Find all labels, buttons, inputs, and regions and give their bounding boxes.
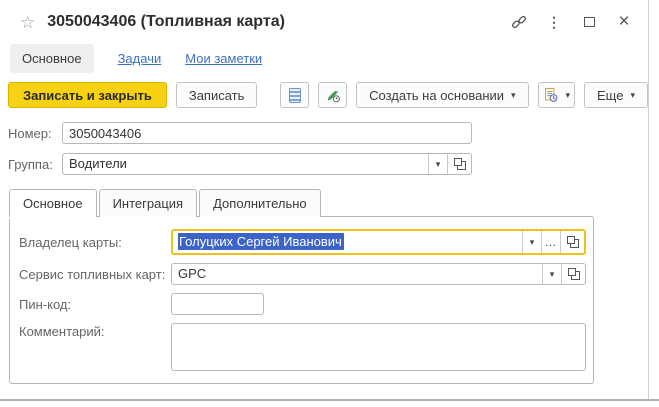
- header-fields: Номер: Группа: Водители ▾: [0, 122, 648, 175]
- group-label: Группа:: [8, 156, 53, 172]
- pin-label: Пин-код:: [19, 297, 72, 312]
- open-icon: [453, 158, 466, 170]
- favorite-star-icon[interactable]: ☆: [20, 14, 35, 31]
- number-row: Номер:: [8, 122, 648, 144]
- chevron-down-icon: ▾: [529, 236, 535, 247]
- open-icon: [567, 268, 580, 280]
- titlebar: ☆ 3050043406 (Топливная карта) ⋮ ×: [0, 0, 648, 36]
- reminder-button[interactable]: ▾: [537, 82, 575, 108]
- save-and-close-button[interactable]: Записать и закрыть: [8, 82, 167, 108]
- card-owner-row: Владелец карты: Голуцких Сергей Иванович…: [19, 229, 593, 255]
- card-owner-choose-button[interactable]: …: [541, 231, 560, 253]
- chevron-down-icon: ▾: [435, 158, 441, 169]
- tab-panel-main: Владелец карты: Голуцких Сергей Иванович…: [9, 216, 594, 384]
- fuel-card-window: ☆ 3050043406 (Топливная карта) ⋮ × Основ…: [0, 0, 649, 399]
- tab-additional[interactable]: Дополнительно: [199, 189, 321, 217]
- group-open-button[interactable]: [447, 154, 471, 174]
- tab-integration[interactable]: Интеграция: [98, 189, 198, 217]
- group-combo[interactable]: Водители ▾: [62, 153, 472, 175]
- fuel-service-row: Сервис топливных карт: GPC ▾: [19, 263, 593, 285]
- nav-item-my-notes[interactable]: Мои заметки: [185, 51, 262, 66]
- chevron-down-icon: ▾: [630, 89, 635, 100]
- comment-label: Комментарий:: [19, 324, 105, 339]
- more-button[interactable]: Еще ▾: [584, 82, 648, 108]
- close-icon[interactable]: ×: [616, 12, 632, 31]
- link-icon[interactable]: [511, 14, 527, 30]
- group-dropdown-button[interactable]: ▾: [428, 154, 447, 174]
- card-owner-label: Владелец карты:: [19, 235, 122, 250]
- create-based-on-label: Создать на основании: [369, 87, 505, 103]
- comment-row: Комментарий:: [19, 323, 593, 371]
- fuel-service-label: Сервис топливных карт:: [19, 267, 166, 282]
- card-owner-combo[interactable]: Голуцких Сергей Иванович ▾ …: [171, 229, 586, 255]
- comment-textarea[interactable]: [171, 323, 586, 371]
- save-button[interactable]: Записать: [175, 82, 258, 108]
- register-records-button[interactable]: [280, 82, 310, 108]
- open-icon: [566, 236, 579, 248]
- fuel-service-value[interactable]: GPC: [172, 264, 542, 284]
- pencil-clock-icon: [325, 87, 341, 103]
- window-bottom-edge: [0, 399, 659, 401]
- more-button-label: Еще: [597, 87, 624, 103]
- group-value[interactable]: Водители: [63, 154, 428, 174]
- group-row: Группа: Водители ▾: [8, 153, 648, 175]
- window-controls: ⋮ ×: [511, 12, 638, 31]
- fuel-service-open-button[interactable]: [561, 264, 585, 284]
- nav-row: Основное Задачи Мои заметки: [0, 42, 648, 74]
- document-clock-icon: [543, 87, 559, 103]
- card-owner-value[interactable]: Голуцких Сергей Иванович: [173, 231, 522, 253]
- nav-item-main[interactable]: Основное: [10, 43, 94, 73]
- number-label: Номер:: [8, 125, 52, 141]
- page-title: 3050043406 (Топливная карта): [47, 13, 285, 30]
- number-input[interactable]: [62, 122, 472, 144]
- toolbar: Записать и закрыть Записать Создать на о…: [0, 80, 648, 110]
- pin-row: Пин-код:: [19, 293, 593, 315]
- chevron-down-icon: ▾: [511, 89, 516, 100]
- chevron-down-icon: ▾: [549, 268, 555, 279]
- list-stack-icon: [288, 87, 301, 103]
- create-based-on-button[interactable]: Создать на основании ▾: [356, 82, 529, 108]
- maximize-icon[interactable]: [581, 14, 597, 30]
- fuel-service-dropdown-button[interactable]: ▾: [542, 264, 561, 284]
- card-owner-open-button[interactable]: [560, 231, 584, 253]
- tab-main[interactable]: Основное: [9, 189, 97, 217]
- chevron-down-icon: ▾: [565, 89, 571, 100]
- more-menu-icon[interactable]: ⋮: [546, 14, 562, 30]
- card-owner-dropdown-button[interactable]: ▾: [522, 231, 541, 253]
- nav-item-tasks[interactable]: Задачи: [118, 51, 162, 66]
- tabstrip: Основное Интеграция Дополнительно: [0, 189, 648, 217]
- change-history-button[interactable]: [318, 82, 348, 108]
- fuel-service-combo[interactable]: GPC ▾: [171, 263, 586, 285]
- pin-input[interactable]: [171, 293, 264, 315]
- selected-text: Голуцких Сергей Иванович: [178, 233, 344, 250]
